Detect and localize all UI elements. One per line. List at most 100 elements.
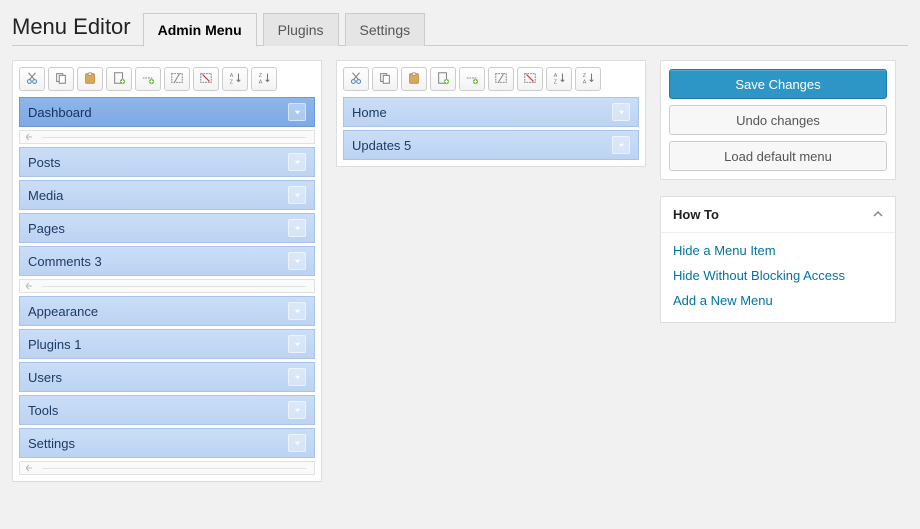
svg-text:A: A bbox=[583, 79, 587, 85]
menu-item-label: Settings bbox=[28, 436, 75, 451]
paste-button[interactable] bbox=[401, 67, 427, 91]
howto-header[interactable]: How To bbox=[661, 197, 895, 233]
expand-icon[interactable] bbox=[288, 302, 306, 320]
tab-settings[interactable]: Settings bbox=[345, 13, 426, 46]
menu-item-label: Users bbox=[28, 370, 62, 385]
svg-text:Z: Z bbox=[583, 73, 587, 79]
show-icon bbox=[494, 71, 508, 88]
hide-button[interactable] bbox=[517, 67, 543, 91]
new-button[interactable] bbox=[106, 67, 132, 91]
menu-item[interactable]: Comments 3 bbox=[19, 246, 315, 276]
expand-icon[interactable] bbox=[288, 335, 306, 353]
save-button[interactable]: Save Changes bbox=[669, 69, 887, 99]
menu-item[interactable]: Tools bbox=[19, 395, 315, 425]
new-icon bbox=[436, 71, 450, 88]
show-button[interactable] bbox=[164, 67, 190, 91]
main-menu-panel: AZZA DashboardPostsMediaPagesComments 3A… bbox=[12, 60, 322, 482]
new-button[interactable] bbox=[430, 67, 456, 91]
howto-links: Hide a Menu Item Hide Without Blocking Ac… bbox=[661, 233, 895, 322]
menu-item-label: Plugins 1 bbox=[28, 337, 81, 352]
svg-text:Z: Z bbox=[230, 79, 234, 85]
expand-icon[interactable] bbox=[288, 153, 306, 171]
expand-icon[interactable] bbox=[288, 434, 306, 452]
menu-item-label: Comments 3 bbox=[28, 254, 102, 269]
new-sep-button[interactable] bbox=[459, 67, 485, 91]
menu-item-label: Posts bbox=[28, 155, 61, 170]
menu-item[interactable]: Users bbox=[19, 362, 315, 392]
menu-separator[interactable] bbox=[19, 461, 315, 475]
paste-icon bbox=[83, 71, 97, 88]
copy-icon bbox=[378, 71, 392, 88]
load-default-button[interactable]: Load default menu bbox=[669, 141, 887, 171]
undo-button[interactable]: Undo changes bbox=[669, 105, 887, 135]
tab-bar: Menu Editor Admin MenuPluginsSettings bbox=[12, 8, 908, 46]
new-icon bbox=[112, 71, 126, 88]
expand-icon[interactable] bbox=[288, 368, 306, 386]
cut-icon bbox=[349, 71, 363, 88]
menu-item-label: Tools bbox=[28, 403, 58, 418]
howto-link[interactable]: Hide a Menu Item bbox=[673, 243, 883, 258]
sort-az-icon: AZ bbox=[552, 71, 566, 88]
howto-title: How To bbox=[673, 207, 719, 222]
cut-button[interactable] bbox=[19, 67, 45, 91]
menu-item-label: Pages bbox=[28, 221, 65, 236]
svg-text:A: A bbox=[554, 73, 558, 79]
hide-icon bbox=[199, 71, 213, 88]
expand-icon[interactable] bbox=[288, 252, 306, 270]
sub-toolbar: AZZA bbox=[343, 67, 639, 91]
sort-za-button[interactable]: ZA bbox=[251, 67, 277, 91]
menu-item[interactable]: Media bbox=[19, 180, 315, 210]
menu-item[interactable]: Posts bbox=[19, 147, 315, 177]
sub-menu-list: Home Updates 5 bbox=[343, 97, 639, 160]
menu-item[interactable]: Settings bbox=[19, 428, 315, 458]
cut-icon bbox=[25, 71, 39, 88]
paste-icon bbox=[407, 71, 421, 88]
svg-text:A: A bbox=[230, 73, 234, 79]
page-title: Menu Editor bbox=[12, 8, 131, 46]
howto-link[interactable]: Add a New Menu bbox=[673, 293, 883, 308]
menu-item-label: Home bbox=[352, 105, 387, 120]
sidebar: Save Changes Undo changes Load default m… bbox=[660, 60, 896, 323]
paste-button[interactable] bbox=[77, 67, 103, 91]
expand-icon[interactable] bbox=[288, 401, 306, 419]
copy-icon bbox=[54, 71, 68, 88]
expand-icon[interactable] bbox=[288, 186, 306, 204]
menu-item[interactable]: Appearance bbox=[19, 296, 315, 326]
expand-icon[interactable] bbox=[612, 103, 630, 121]
sort-za-button[interactable]: ZA bbox=[575, 67, 601, 91]
show-icon bbox=[170, 71, 184, 88]
hide-button[interactable] bbox=[193, 67, 219, 91]
sort-az-icon: AZ bbox=[228, 71, 242, 88]
howto-link[interactable]: Hide Without Blocking Access bbox=[673, 268, 883, 283]
menu-item-label: Updates 5 bbox=[352, 138, 411, 153]
menu-item-label: Appearance bbox=[28, 304, 98, 319]
main-menu-list: Dashboard Posts Media Pages Comments 3 Appear… bbox=[19, 97, 315, 475]
sub-menu-panel: AZZA HomeUpdates 5 bbox=[336, 60, 646, 167]
menu-separator[interactable] bbox=[19, 130, 315, 144]
show-button[interactable] bbox=[488, 67, 514, 91]
new-sep-button[interactable] bbox=[135, 67, 161, 91]
sort-az-button[interactable]: AZ bbox=[546, 67, 572, 91]
tab-plugins[interactable]: Plugins bbox=[263, 13, 339, 46]
menu-separator[interactable] bbox=[19, 279, 315, 293]
menu-item[interactable]: Home bbox=[343, 97, 639, 127]
new-sep-icon bbox=[141, 71, 155, 88]
menu-item[interactable]: Updates 5 bbox=[343, 130, 639, 160]
copy-button[interactable] bbox=[48, 67, 74, 91]
menu-item-label: Media bbox=[28, 188, 63, 203]
menu-item[interactable]: Plugins 1 bbox=[19, 329, 315, 359]
collapse-icon bbox=[873, 207, 883, 222]
menu-item[interactable]: Dashboard bbox=[19, 97, 315, 127]
copy-button[interactable] bbox=[372, 67, 398, 91]
menu-item[interactable]: Pages bbox=[19, 213, 315, 243]
expand-icon[interactable] bbox=[288, 103, 306, 121]
cut-button[interactable] bbox=[343, 67, 369, 91]
sort-za-icon: ZA bbox=[581, 71, 595, 88]
new-sep-icon bbox=[465, 71, 479, 88]
sort-az-button[interactable]: AZ bbox=[222, 67, 248, 91]
tab-admin-menu[interactable]: Admin Menu bbox=[143, 13, 257, 47]
expand-icon[interactable] bbox=[612, 136, 630, 154]
svg-text:Z: Z bbox=[554, 79, 558, 85]
expand-icon[interactable] bbox=[288, 219, 306, 237]
hide-icon bbox=[523, 71, 537, 88]
